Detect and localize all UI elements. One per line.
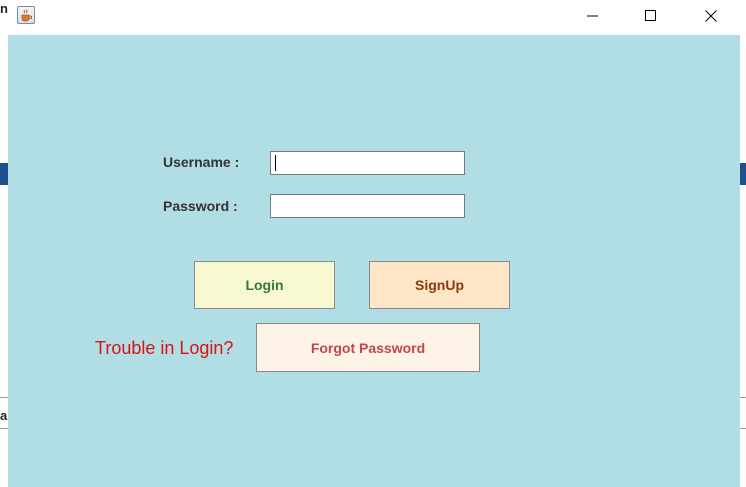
background-bar <box>740 163 746 185</box>
background-divider <box>740 428 746 429</box>
background-text-fragment: n <box>0 1 8 16</box>
background-divider <box>0 428 8 429</box>
maximize-icon <box>645 10 656 21</box>
text-cursor <box>275 155 276 171</box>
maximize-button[interactable] <box>628 0 674 32</box>
minimize-icon <box>587 15 598 17</box>
login-button[interactable]: Login <box>194 261 335 309</box>
password-label: Password : <box>163 198 238 214</box>
background-text-fragment: a <box>0 408 8 423</box>
background-bar <box>0 163 8 185</box>
java-cup-icon[interactable] <box>17 6 35 24</box>
username-input[interactable] <box>273 154 460 172</box>
signup-button[interactable]: SignUp <box>369 261 510 309</box>
username-label: Username : <box>163 154 240 170</box>
trouble-login-text: Trouble in Login? <box>95 338 234 358</box>
background-divider <box>740 397 746 398</box>
forgot-password-button[interactable]: Forgot Password <box>256 323 480 372</box>
login-panel: Username : Password : Login SignUp Troub… <box>8 35 740 487</box>
password-field-box[interactable] <box>270 194 465 218</box>
close-icon <box>705 10 717 22</box>
password-input[interactable] <box>273 197 460 215</box>
username-field-box[interactable] <box>270 151 465 175</box>
screen: n a Username: Password: Login SignUp T… <box>0 0 746 487</box>
title-bar[interactable] <box>8 0 740 35</box>
login-window: Username : Password : Login SignUp Troub… <box>8 0 740 487</box>
background-divider <box>0 397 8 398</box>
close-button[interactable] <box>688 0 734 32</box>
minimize-button[interactable] <box>570 0 616 32</box>
